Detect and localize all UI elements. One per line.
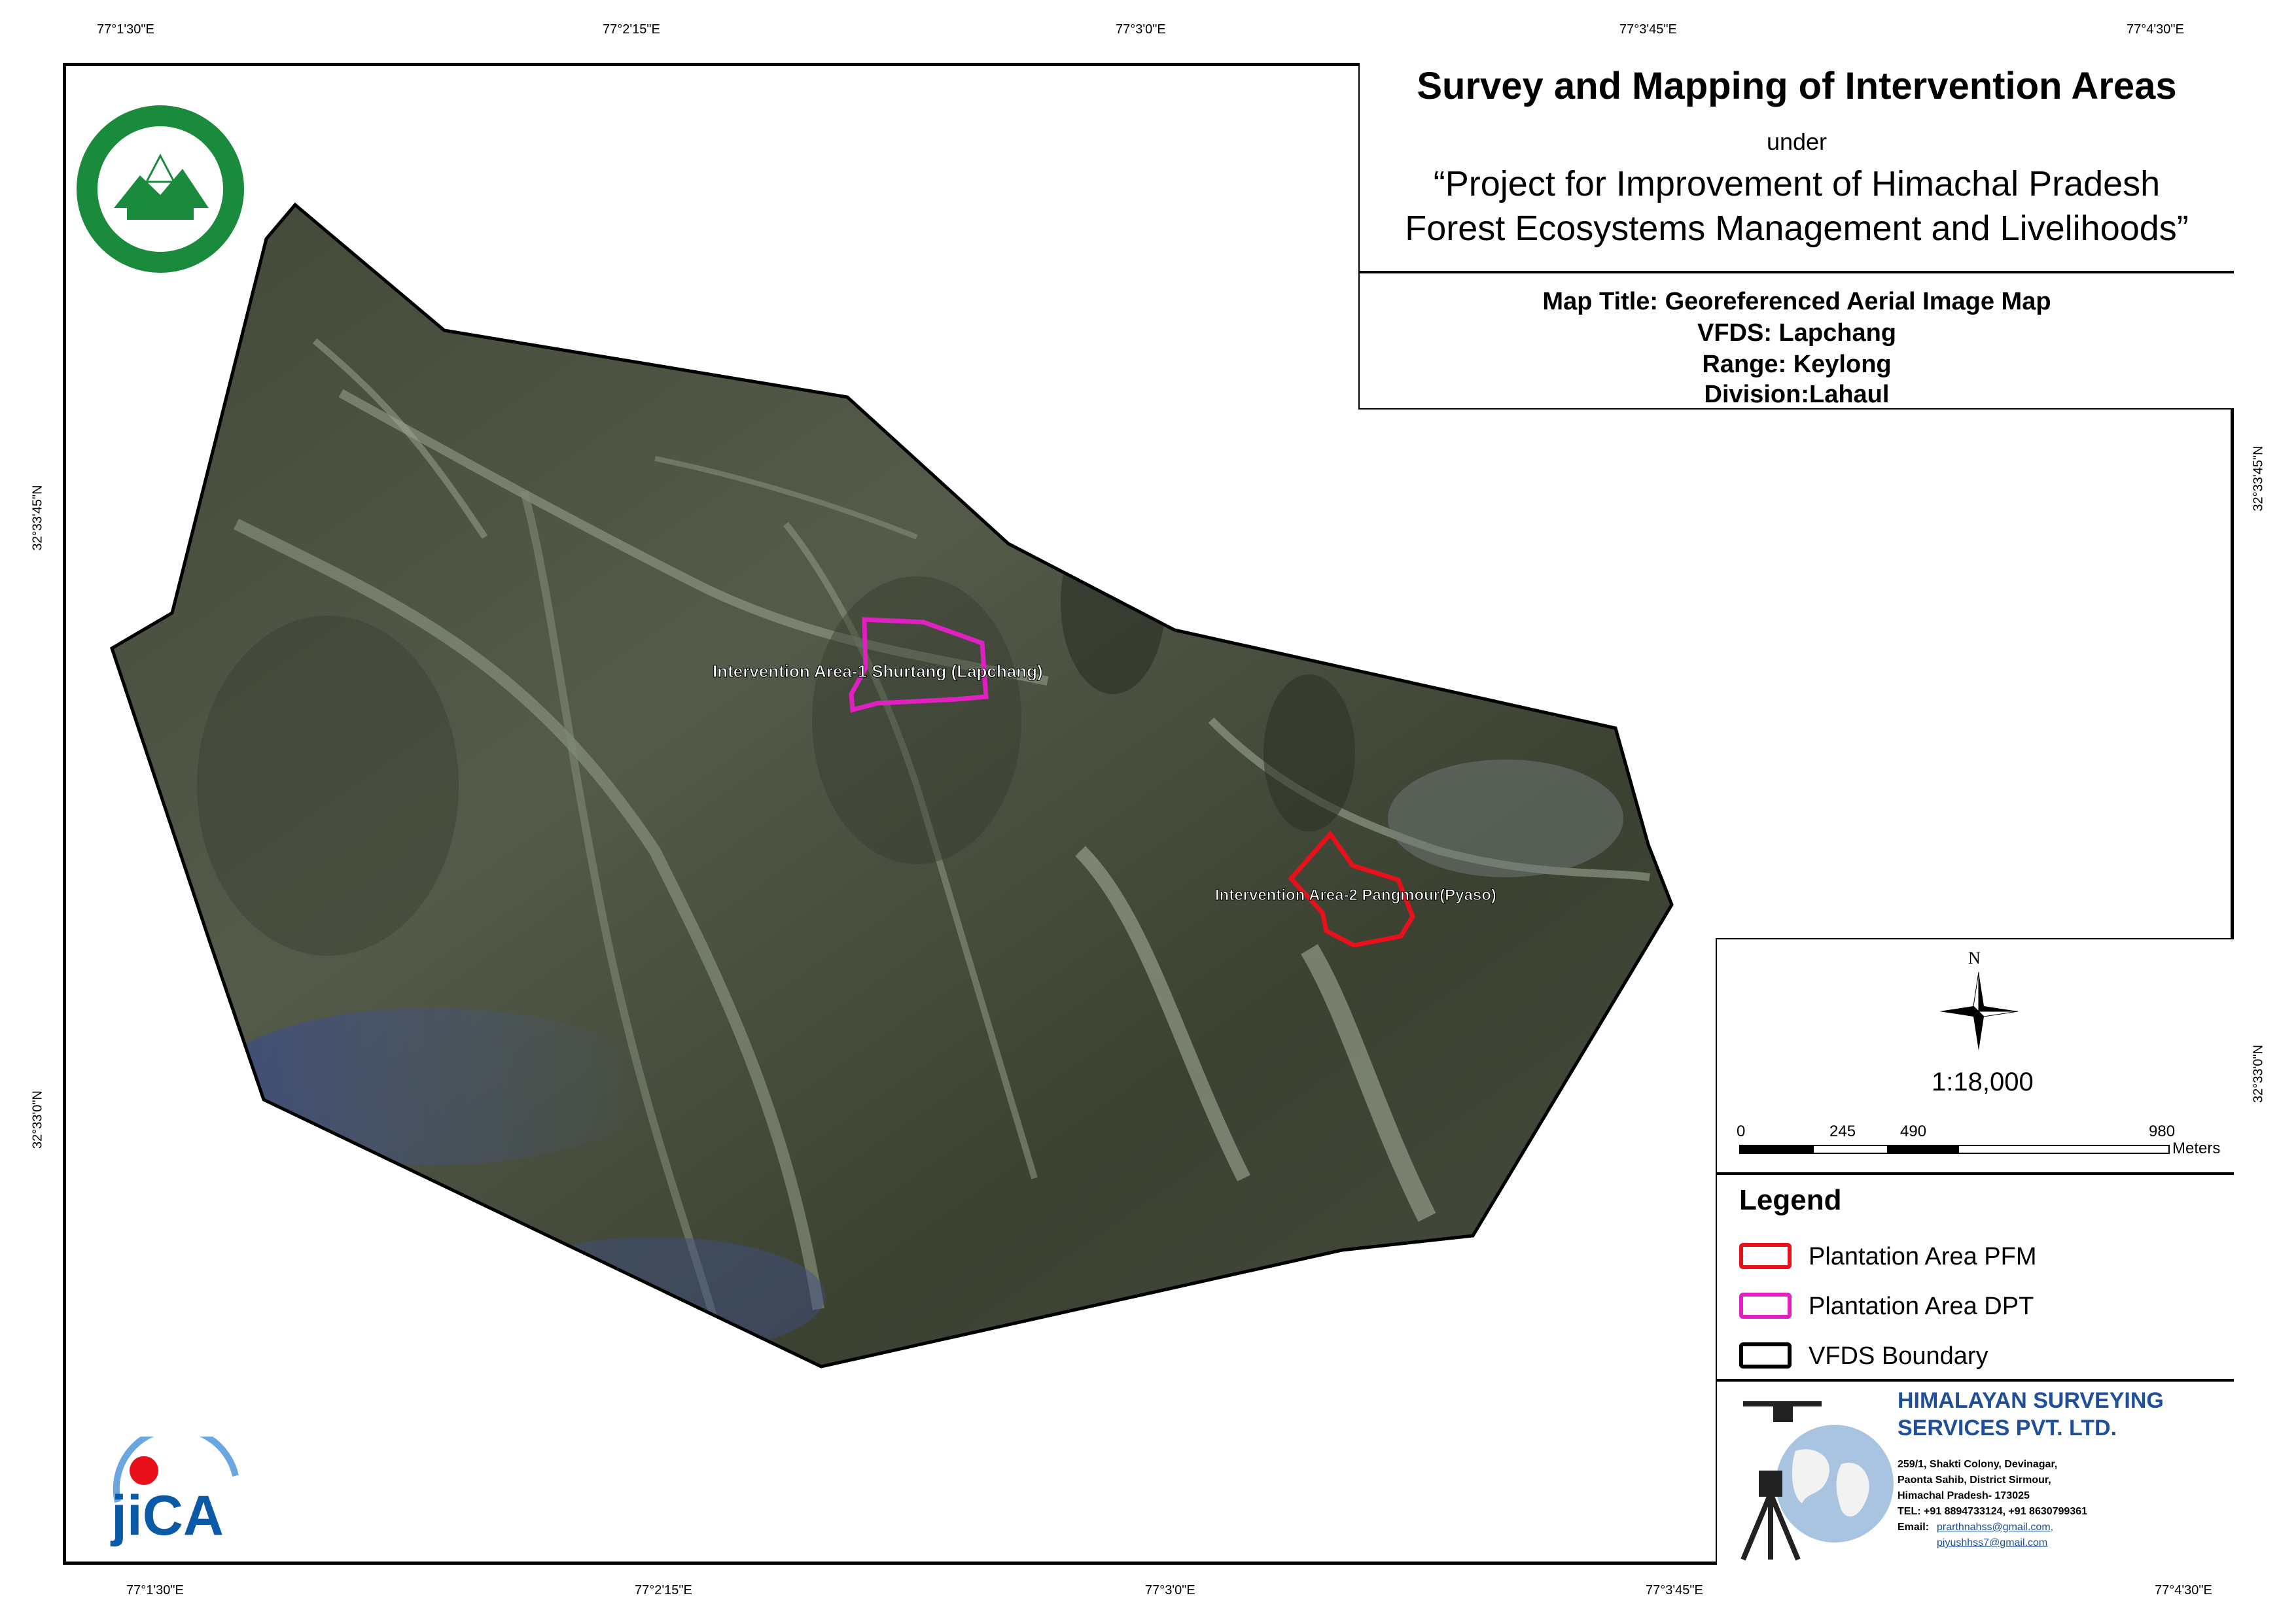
legend-label-vfds: VFDS Boundary [1809, 1342, 1988, 1370]
vfds-name: VFDS: Lapchang [1697, 319, 1897, 347]
north-arrow-icon [1939, 971, 2019, 1051]
scale-panel: N 1:18,000 0 245 490 980 Meters [1716, 938, 2234, 1174]
company-email-label: Email: [1898, 1522, 1930, 1533]
legend-swatch-dpt [1739, 1293, 1792, 1319]
map-title: Map Title: Georeferenced Aerial Image Ma… [1542, 288, 2051, 315]
top-tick-5: 77°4'30"E [2127, 22, 2184, 37]
scale-label-245: 245 [1829, 1123, 1856, 1140]
top-tick-2: 77°2'15"E [603, 22, 660, 37]
under-text: under [1766, 128, 1828, 155]
intervention-area-2-label: Intervention Area-2 Pangmour(Pyaso) [1215, 886, 1497, 905]
legend-label-dpt: Plantation Area DPT [1809, 1293, 2034, 1320]
legend-swatch-vfds [1739, 1342, 1792, 1369]
company-name-line-2: SERVICES PVT. LTD. [1898, 1416, 2117, 1440]
bottom-tick-5: 77°4'30"E [2155, 1583, 2212, 1597]
company-email-1[interactable]: prarthnahss@gmail.com, [1937, 1522, 2053, 1533]
scale-label-490: 490 [1900, 1123, 1927, 1140]
company-address-1: 259/1, Shakti Colony, Devinagar, [1898, 1459, 2058, 1470]
left-tick-1: 32°33'45"N [30, 485, 45, 551]
project-line-2: Forest Ecosystems Management and Livelih… [1405, 209, 2189, 248]
bottom-tick-4: 77°3'45"E [1646, 1583, 1703, 1597]
right-tick-1: 32°33'45"N [2251, 445, 2266, 512]
legend-panel: Legend Plantation Area PFM Plantation Ar… [1716, 1174, 2234, 1380]
bottom-tick-1: 77°1'30"E [126, 1583, 184, 1597]
bottom-tick-3: 77°3'0"E [1145, 1583, 1195, 1597]
company-logo-icon [1730, 1392, 1913, 1562]
project-line-1: “Project for Improvement of Himachal Pra… [1433, 164, 2161, 203]
legend-label-pfm: Plantation Area PFM [1809, 1243, 2037, 1270]
title-panel: Survey and Mapping of Intervention Areas… [1358, 63, 2234, 272]
scale-ratio: 1:18,000 [1932, 1068, 2034, 1096]
jica-logo: jiCA [105, 1425, 242, 1548]
scale-label-980: 980 [2149, 1123, 2176, 1140]
right-tick-2: 32°33'0"N [2251, 1045, 2266, 1103]
scale-label-0: 0 [1737, 1123, 1746, 1140]
company-address-3: Himachal Pradesh- 173025 [1898, 1490, 2030, 1501]
company-tel: TEL: +91 8894733124, +91 8630799361 [1898, 1506, 2088, 1517]
bottom-tick-2: 77°2'15"E [635, 1583, 692, 1597]
intervention-area-1-label: Intervention Area-1 Shurtang (Lapchang) [713, 661, 1044, 682]
main-title: Survey and Mapping of Intervention Areas [1417, 65, 2177, 107]
company-panel: HIMALAYAN SURVEYING SERVICES PVT. LTD. 2… [1716, 1380, 2234, 1565]
company-email-2[interactable]: piyushhss7@gmail.com [1937, 1537, 2047, 1549]
range-name: Range: Keylong [1702, 351, 1892, 378]
scale-bar [1739, 1145, 2170, 1154]
left-tick-2: 32°33'0"N [30, 1091, 45, 1149]
top-tick-1: 77°1'30"E [97, 22, 154, 37]
north-label: N [1968, 949, 1981, 968]
map-info-panel: Map Title: Georeferenced Aerial Image Ma… [1358, 272, 2234, 410]
scale-unit: Meters [2172, 1140, 2221, 1157]
legend-title: Legend [1739, 1184, 1842, 1216]
svg-text:jiCA: jiCA [110, 1484, 224, 1547]
top-tick-4: 77°3'45"E [1619, 22, 1677, 37]
division-name: Division:Lahaul [1704, 381, 1890, 408]
company-address-2: Paonta Sahib, District Sirmour, [1898, 1475, 2051, 1486]
legend-swatch-pfm [1739, 1243, 1792, 1269]
company-name-line-1: HIMALAYAN SURVEYING [1898, 1388, 2164, 1413]
forest-department-logo [75, 103, 246, 275]
top-tick-3: 77°3'0"E [1116, 22, 1166, 37]
